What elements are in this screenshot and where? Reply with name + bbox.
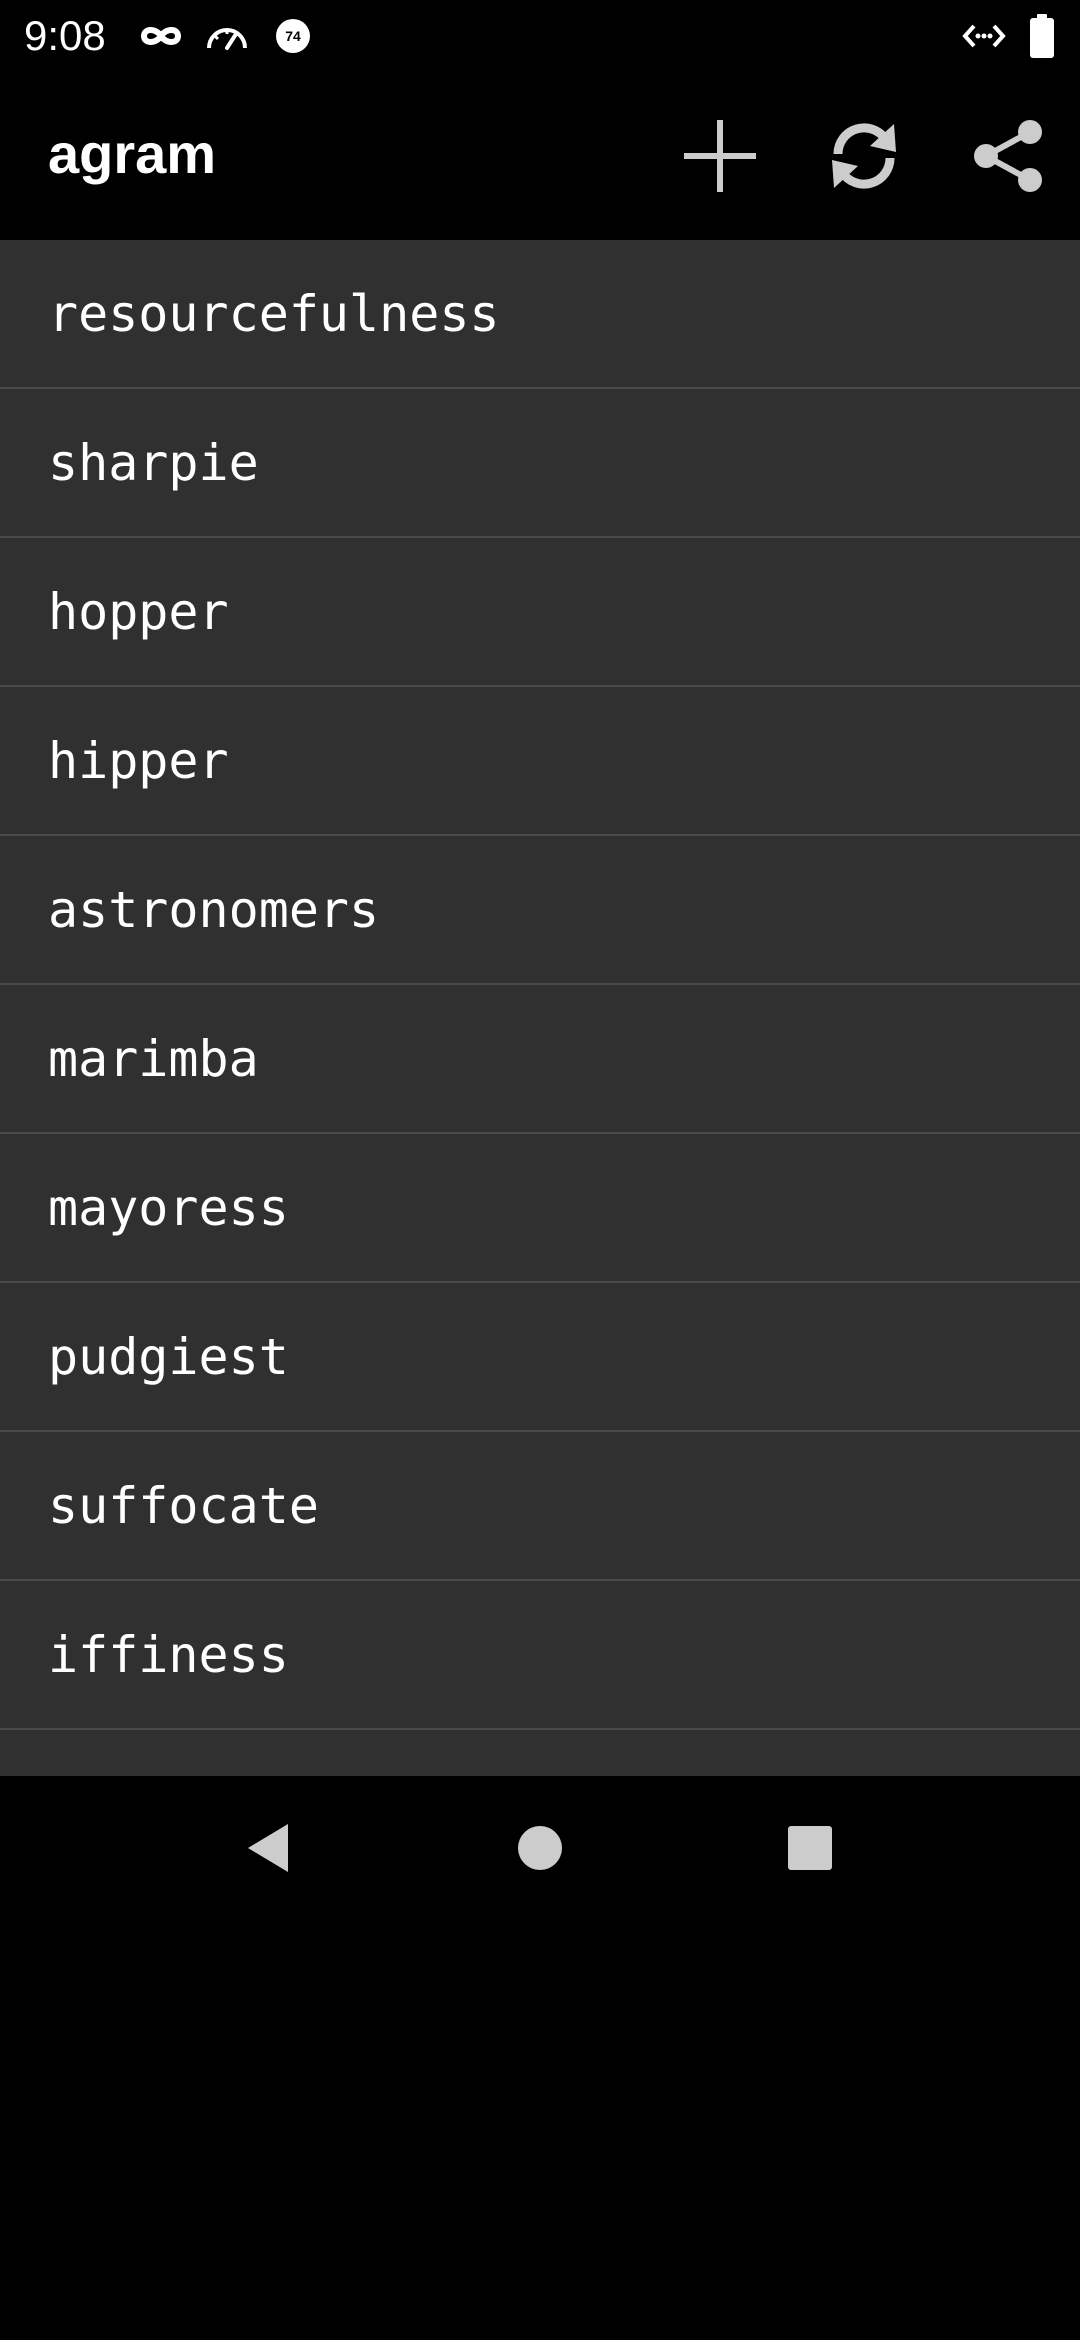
list-item[interactable]: hipper bbox=[0, 687, 1080, 836]
refresh-button[interactable] bbox=[816, 108, 912, 204]
list-item[interactable]: mayoress bbox=[0, 1134, 1080, 1283]
status-time: 9:08 bbox=[24, 12, 106, 59]
list-item-label: mayoress bbox=[48, 1179, 289, 1237]
list-item-label: resourcefulness bbox=[48, 285, 500, 343]
list-item-label: sharpie bbox=[48, 434, 259, 492]
list-item[interactable]: sharpie bbox=[0, 389, 1080, 538]
incognito-icon bbox=[140, 27, 182, 45]
list-item[interactable]: iffiness bbox=[0, 1581, 1080, 1730]
share-button[interactable] bbox=[960, 108, 1056, 204]
list-item[interactable]: resourcefulness bbox=[0, 240, 1080, 389]
speedometer-icon bbox=[207, 28, 247, 50]
add-icon bbox=[684, 120, 756, 192]
list-item-label: iffiness bbox=[48, 1626, 289, 1684]
home-icon bbox=[518, 1826, 562, 1870]
list-item[interactable]: hopper bbox=[0, 538, 1080, 687]
list-item[interactable]: astronomers bbox=[0, 836, 1080, 985]
badge-number: 74 bbox=[285, 28, 301, 44]
status-bar: 9:08 74 bbox=[0, 0, 1080, 72]
back-icon bbox=[248, 1824, 288, 1872]
list-item[interactable]: odoriferous bbox=[0, 1730, 1080, 1776]
list-item-label: marimba bbox=[48, 1030, 259, 1088]
list-item[interactable]: suffocate bbox=[0, 1432, 1080, 1581]
notification-badge-icon: 74 bbox=[276, 19, 310, 53]
recents-button[interactable] bbox=[762, 1800, 858, 1896]
app-title: agram bbox=[48, 122, 217, 185]
home-button[interactable] bbox=[492, 1800, 588, 1896]
list-item-label: suffocate bbox=[48, 1477, 319, 1535]
refresh-icon bbox=[832, 123, 896, 189]
screen: 9:08 74 agram resourcefulness sharpie ho… bbox=[0, 0, 1080, 2340]
battery-icon bbox=[1030, 14, 1054, 58]
app-bar: agram bbox=[0, 72, 1080, 240]
back-button[interactable] bbox=[220, 1800, 316, 1896]
share-icon bbox=[974, 120, 1042, 192]
list-item[interactable]: marimba bbox=[0, 985, 1080, 1134]
list-item-label: astronomers bbox=[48, 881, 380, 939]
list-item-label: hopper bbox=[48, 583, 229, 641]
recents-icon bbox=[788, 1826, 832, 1870]
add-button[interactable] bbox=[672, 108, 768, 204]
code-icon bbox=[962, 24, 1006, 48]
list-item-label: pudgiest bbox=[48, 1328, 289, 1386]
list-item[interactable]: pudgiest bbox=[0, 1283, 1080, 1432]
navigation-bar bbox=[0, 1776, 1080, 1920]
list-item-label: hipper bbox=[48, 732, 229, 790]
word-list[interactable]: resourcefulness sharpie hopper hipper astron… bbox=[0, 240, 1080, 1776]
